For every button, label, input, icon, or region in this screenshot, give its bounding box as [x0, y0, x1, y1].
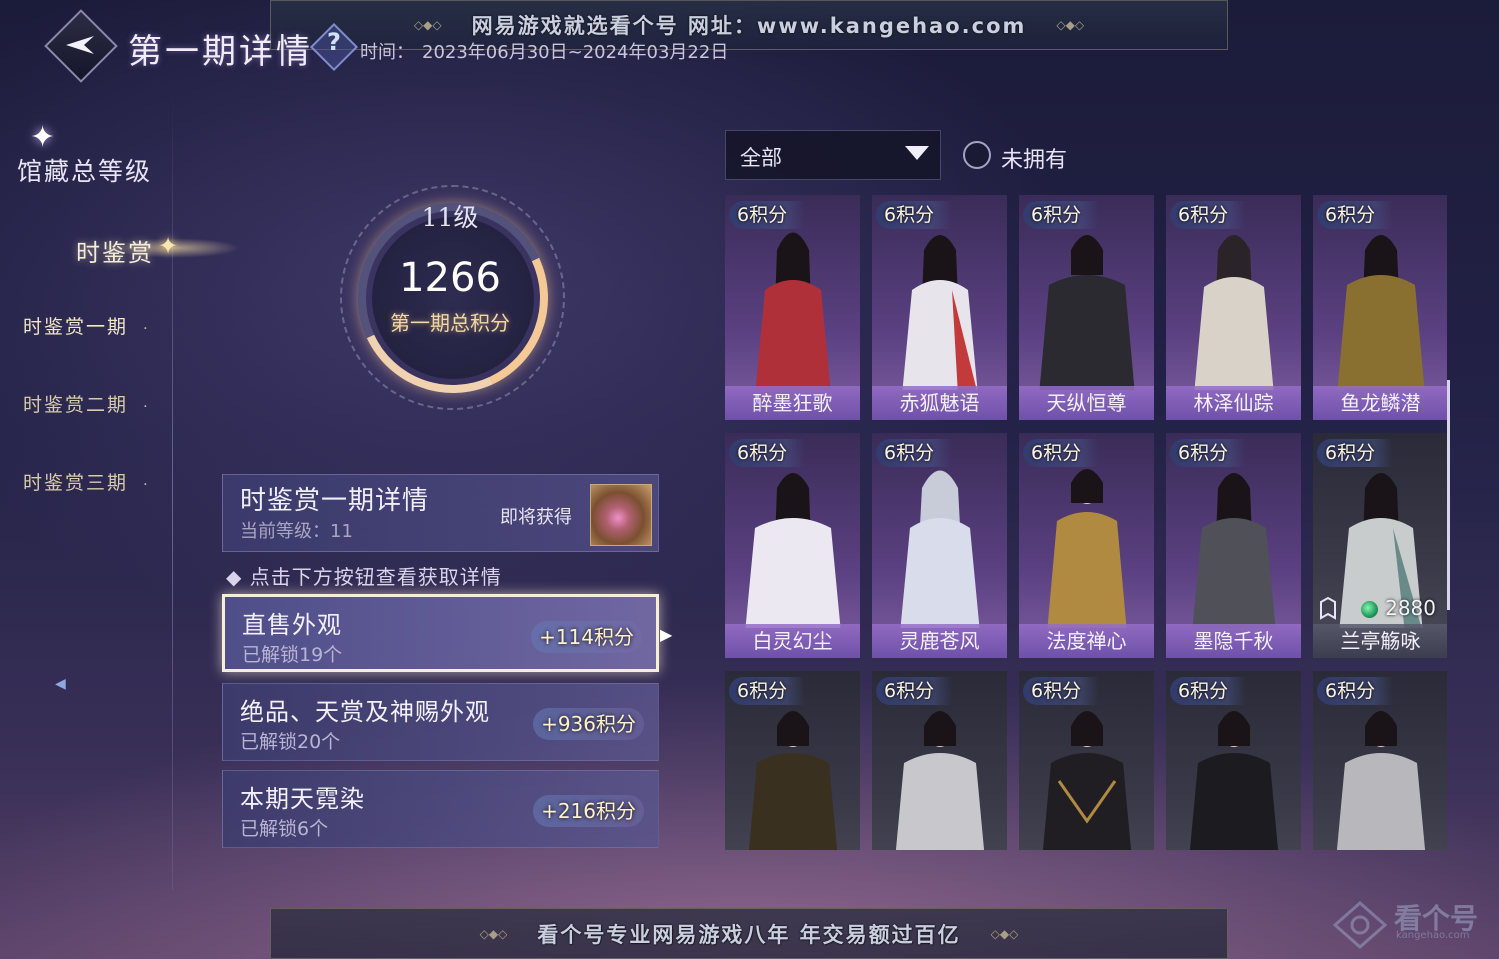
sparkle-icon: ✦	[30, 120, 56, 155]
banner-ornament-icon: ◇◆◇	[413, 18, 442, 32]
category-unlocked: 已解锁6个	[240, 818, 329, 840]
points-badge: 6积分	[729, 439, 806, 467]
bottom-banner-text: 看个号专业网易游戏八年 年交易额过百亿	[537, 922, 961, 947]
sidebar-section-shijianshang[interactable]: 时鉴赏	[76, 233, 154, 268]
category-title: 直售外观	[242, 611, 342, 639]
outfit-name: 鱼龙鳞潜	[1313, 386, 1447, 420]
collapse-arrow-icon[interactable]: ◀	[55, 676, 66, 692]
unowned-radio[interactable]	[963, 141, 991, 169]
banner-ornament-icon: ◇◆◇	[1056, 18, 1085, 32]
outfit-card[interactable]: 6积分 林泽仙踪	[1166, 195, 1301, 420]
outfit-name: 墨隐千秋	[1166, 624, 1301, 658]
hint-text: ◆ 点击下方按钮查看获取详情	[226, 565, 502, 589]
outfit-card[interactable]: 6积分 赤狐魅语	[872, 195, 1007, 420]
category-title: 本期天霓染	[240, 785, 365, 813]
ring-caption: 第一期总积分	[390, 311, 510, 335]
outfit-card[interactable]: 6积分 天纵恒尊	[1019, 195, 1154, 420]
outfit-card[interactable]: 6积分 醉墨狂歌	[725, 195, 860, 420]
lock-icon	[1320, 596, 1336, 620]
selected-arrow-icon: ▶	[660, 625, 673, 644]
detail-title: 时鉴赏一期详情	[240, 486, 430, 516]
sidebar-item-phase-2[interactable]: 时鉴赏二期 ·	[23, 390, 148, 417]
back-arrow-icon[interactable]	[64, 30, 98, 60]
outfit-name: 法度禅心	[1019, 624, 1154, 658]
category-unlocked: 已解锁19个	[242, 644, 343, 666]
filter-selected-value[interactable]: 全部	[740, 142, 782, 172]
help-icon[interactable]: ?	[317, 28, 351, 62]
sidebar-item-label: 时鉴赏一期	[23, 316, 129, 338]
sidebar-divider	[172, 90, 173, 890]
bullet-dot: ·	[143, 477, 148, 493]
outfit-name: 灵鹿苍风	[872, 624, 1007, 658]
bullet-dot: ·	[143, 321, 148, 337]
category-dye[interactable]: 本期天霓染 已解锁6个 +216积分	[222, 770, 659, 848]
points-badge: 6积分	[729, 201, 806, 229]
points-badge: 6积分	[1317, 439, 1394, 467]
points-badge: 6积分	[1170, 439, 1247, 467]
page-title: 第一期详情	[128, 32, 313, 72]
chevron-down-icon[interactable]: ✦	[158, 232, 178, 260]
price: 2880	[1385, 596, 1436, 620]
sidebar-item-collection-level[interactable]: 馆藏总等级	[17, 152, 152, 188]
outfit-card[interactable]: 6积分 2880	[1166, 671, 1301, 850]
category-unlocked: 已解锁20个	[240, 731, 341, 753]
bottom-watermark-banner: ◇◆◇ 看个号专业网易游戏八年 年交易额过百亿 ◇◆◇	[270, 908, 1228, 959]
points-badge: 6积分	[1023, 439, 1100, 467]
outfit-card[interactable]: 6积分 灵鹿苍风	[872, 433, 1007, 658]
category-title: 绝品、天赏及神赐外观	[240, 698, 490, 726]
category-points: +114积分	[531, 621, 642, 653]
outfit-card[interactable]: 6积分 2880	[725, 671, 860, 850]
outfit-name: 白灵幻尘	[725, 624, 860, 658]
bullet-dot: ·	[143, 399, 148, 415]
watermark-logo-sub: kangehao.com	[1396, 930, 1470, 941]
outfit-card[interactable]: 6积分 法度禅心	[1019, 433, 1154, 658]
time-range: 2023年06月30日~2024年03月22日	[422, 42, 729, 63]
jade-currency-icon	[1361, 601, 1378, 618]
detail-current-level: 当前等级：11	[240, 521, 353, 542]
banner-ornament-icon: ◇◆◇	[990, 926, 1019, 941]
points-badge: 6积分	[876, 677, 953, 705]
points-badge: 6积分	[1317, 677, 1394, 705]
points-badge: 6积分	[729, 677, 806, 705]
sidebar-item-label: 时鉴赏二期	[23, 394, 129, 416]
sidebar-item-phase-3[interactable]: 时鉴赏三期 ·	[23, 468, 148, 495]
outfit-grid: 6积分 醉墨狂歌 6积分 赤狐魅语 6积分 天纵恒尊 6积分 林泽仙踪 6积分 …	[725, 195, 1447, 850]
category-premium[interactable]: 绝品、天赏及神赐外观 已解锁20个 +936积分	[222, 683, 659, 761]
points-badge: 6积分	[1023, 201, 1100, 229]
outfit-name: 赤狐魅语	[872, 386, 1007, 420]
outfit-card[interactable]: 6积分 2880	[872, 671, 1007, 850]
outfit-name: 天纵恒尊	[1019, 386, 1154, 420]
points-badge: 6积分	[1170, 677, 1247, 705]
ring-level: 11级	[421, 203, 479, 232]
points-badge: 6积分	[876, 201, 953, 229]
detail-soon-label: 即将获得	[500, 507, 572, 528]
outfit-card[interactable]: 6积分 2880	[1313, 671, 1447, 850]
category-points: +936积分	[533, 708, 644, 740]
points-badge: 6积分	[1170, 201, 1247, 229]
dropdown-arrow-icon[interactable]	[905, 146, 929, 160]
grid-scrollbar[interactable]	[1447, 380, 1450, 610]
sidebar-item-label: 时鉴赏三期	[23, 472, 129, 494]
top-banner-text: 网易游戏就选看个号 网址：www.kangehao.com	[471, 14, 1027, 38]
outfit-card[interactable]: 6积分 2880 兰亭觞咏	[1313, 433, 1447, 658]
next-reward-thumbnail[interactable]	[590, 484, 652, 546]
outfit-name: 醉墨狂歌	[725, 386, 860, 420]
outfit-card[interactable]: 6积分 2880	[1019, 671, 1154, 850]
banner-ornament-icon: ◇◆◇	[479, 926, 508, 941]
outfit-name: 兰亭觞咏	[1313, 624, 1447, 658]
outfit-card[interactable]: 6积分 白灵幻尘	[725, 433, 860, 658]
points-badge: 6积分	[1317, 201, 1394, 229]
outfit-name: 林泽仙踪	[1166, 386, 1301, 420]
outfit-card[interactable]: 6积分 鱼龙鳞潜	[1313, 195, 1447, 420]
ring-total-score: 1266	[399, 255, 501, 301]
points-badge: 6积分	[876, 439, 953, 467]
time-label: 时间：	[360, 42, 414, 63]
category-points: +216积分	[533, 795, 644, 827]
outfit-card[interactable]: 6积分 墨隐千秋	[1166, 433, 1301, 658]
category-direct-sale[interactable]: 直售外观 已解锁19个 +114积分	[222, 594, 659, 672]
points-badge: 6积分	[1023, 677, 1100, 705]
unowned-label[interactable]: 未拥有	[1001, 142, 1067, 174]
price-row: 2880	[1313, 596, 1447, 622]
sidebar-item-phase-1[interactable]: 时鉴赏一期 ·	[23, 312, 148, 339]
